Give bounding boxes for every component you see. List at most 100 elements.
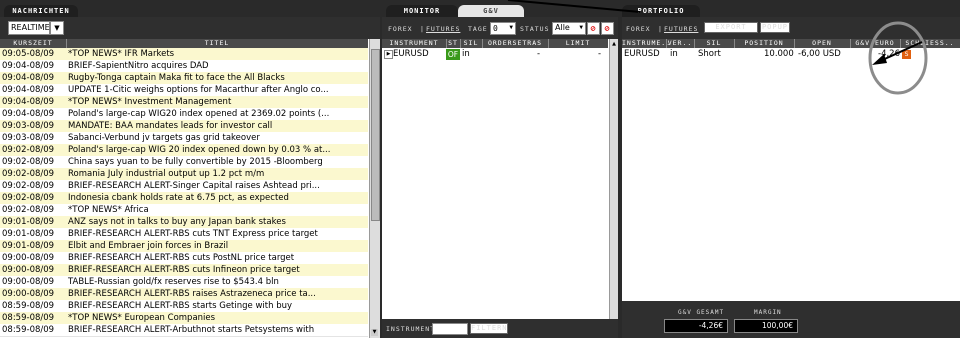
margin-text: 100,00€: [761, 321, 793, 330]
news-title: BRIEF-RESEARCH ALERT-Singer Capital rais…: [68, 181, 320, 191]
monitor-row[interactable]: ▶ EURUSD OF in - -: [382, 49, 608, 60]
news-title: *TOP NEWS* Africa: [68, 205, 149, 215]
col-ordersetras[interactable]: ORDERSETRAS: [482, 39, 549, 48]
news-list: 09:05-08/09 *TOP NEWS* IFR Markets 09:04-0…: [0, 48, 368, 338]
monitor-market-sep: |: [420, 25, 425, 33]
news-time: 09:05-08/09: [2, 49, 55, 59]
col-limit[interactable]: LIMIT: [548, 39, 608, 48]
close-position-button[interactable]: S: [902, 50, 911, 59]
delete-order-icon[interactable]: ⊘: [587, 22, 600, 35]
export-button[interactable]: EXPORT: [704, 22, 758, 33]
news-title: Indonesia cbank holds rate at 6.75 pct, …: [68, 193, 289, 203]
total-gv-value: -4,26€: [664, 319, 728, 333]
portfolio-market-futures[interactable]: FUTURES: [664, 25, 698, 33]
col-instrument[interactable]: INSTRUME..: [622, 39, 670, 48]
portfolio-toolbar: FOREX | FUTURES EXPORT POPUP: [622, 17, 960, 39]
monitor-side: in: [462, 49, 470, 59]
col-st[interactable]: ST: [446, 39, 461, 48]
col-titel[interactable]: TITEL: [66, 39, 368, 48]
col-gv-euro[interactable]: G&V EURO: [850, 39, 901, 48]
news-time: 09:02-08/09: [2, 169, 55, 179]
news-time: 09:04-08/09: [2, 85, 55, 95]
tab-monitor[interactable]: MONITOR: [386, 5, 458, 17]
portfolio-instrument: EURUSD: [624, 49, 660, 59]
news-title: *TOP NEWS* Investment Management: [68, 97, 232, 107]
col-sil[interactable]: SIL: [694, 39, 735, 48]
instrument-filter-input[interactable]: [432, 323, 468, 335]
margin-label: MARGIN: [754, 309, 782, 316]
col-close[interactable]: SCHLIESS..: [900, 39, 960, 48]
news-title: BRIEF-RESEARCH ALERT-RBS raises Astrazen…: [68, 289, 316, 299]
monitor-footer: INSTRUMENT FILTERN: [382, 319, 618, 338]
tab-news[interactable]: NACHRICHTEN: [4, 5, 78, 17]
news-filter-dropdown-button[interactable]: ▼: [50, 21, 64, 35]
col-open[interactable]: OPEN: [794, 39, 851, 48]
news-scrollbar-thumb[interactable]: [371, 49, 380, 221]
status-select[interactable]: Alle ▼: [552, 22, 586, 35]
expand-row-icon[interactable]: ▶: [384, 50, 393, 59]
col-ver[interactable]: VER..: [666, 39, 695, 48]
tage-label: TAGE: [468, 25, 488, 33]
news-time: 09:03-08/09: [2, 133, 55, 143]
news-time: 09:00-08/09: [2, 253, 55, 263]
chevron-down-icon: ▼: [509, 24, 514, 31]
news-time: 09:02-08/09: [2, 157, 55, 167]
portfolio-market-forex[interactable]: FOREX: [626, 25, 651, 33]
monitor-orders: -: [537, 49, 541, 59]
instrument-filter-label: INSTRUMENT: [386, 325, 436, 333]
monitor-market-forex[interactable]: FOREX: [388, 25, 413, 33]
news-title: BRIEF-RESEARCH ALERT-RBS starts Getinge …: [68, 301, 293, 311]
news-title: Elbit and Embraer join forces in Brazil: [68, 241, 229, 251]
news-title: Rugby-Tonga captain Maka fit to face the…: [68, 73, 285, 83]
portfolio-panel: FOREX | FUTURES EXPORT POPUP INSTRUME.. …: [622, 17, 960, 338]
news-time: 09:04-08/09: [2, 97, 55, 107]
tab-portfolio[interactable]: PORTFOLIO: [622, 5, 700, 17]
news-time: 09:01-08/09: [2, 217, 55, 227]
monitor-instrument: EURUSD: [393, 49, 429, 59]
news-title: BRIEF-RESEARCH ALERT-Arbuthnot starts Pe…: [68, 325, 315, 335]
news-title: BRIEF-SapientNitro acquires DAD: [68, 61, 209, 71]
news-time: 09:04-08/09: [2, 73, 55, 83]
news-title: Romania July industrial output up 1.2 pc…: [68, 169, 265, 179]
news-time: 09:02-08/09: [2, 205, 55, 215]
portfolio-footer: G&V GESAMT MARGIN -4,26€ 100,00€: [622, 301, 960, 338]
news-filter-value: REALTIME: [11, 23, 50, 32]
filter-button[interactable]: FILTERN: [470, 323, 508, 334]
news-time: 09:01-08/09: [2, 229, 55, 239]
monitor-limit: -: [598, 49, 602, 59]
monitor-status-badge: OF: [446, 49, 460, 60]
portfolio-open: -6,00 USD: [798, 49, 841, 59]
status-label: STATUS: [520, 25, 550, 33]
news-title: Sabanci-Verbund jv targets gas grid take…: [68, 133, 260, 143]
portfolio-row[interactable]: EURUSD in Short 10.000 -6,00 USD -4,26 S: [622, 49, 960, 60]
portfolio-position: 10.000: [764, 49, 794, 59]
monitor-toolbar: FOREX | FUTURES TAGE 0 ▼ STATUS Alle ▼ ⊘…: [382, 17, 618, 39]
news-list-item[interactable]: 08:59-08/09 BRIEF-RESEARCH ALERT-Arbuthno…: [0, 324, 368, 337]
news-time: 09:04-08/09: [2, 109, 55, 119]
col-instrument[interactable]: INSTRUMENT: [382, 39, 447, 48]
portfolio-side: Short: [698, 49, 721, 59]
delete-all-icon[interactable]: ⊘: [601, 22, 614, 35]
chevron-down-icon: ▼: [54, 24, 60, 32]
news-time: 09:00-08/09: [2, 289, 55, 299]
col-sil[interactable]: SIL: [460, 39, 483, 48]
col-kurszeit[interactable]: KURSZEIT: [0, 39, 67, 48]
news-time: 09:00-08/09: [2, 265, 55, 275]
tage-value: 0: [493, 24, 499, 33]
news-title: UPDATE 1-Citic weighs options for Macart…: [68, 85, 329, 95]
tab-gv[interactable]: G&V: [458, 5, 524, 17]
news-time: 09:01-08/09: [2, 241, 55, 251]
news-filter-select[interactable]: REALTIME: [8, 21, 50, 35]
col-position[interactable]: POSITION: [734, 39, 795, 48]
monitor-market-futures[interactable]: FUTURES: [426, 25, 460, 33]
scroll-up-icon[interactable]: ▲: [611, 41, 617, 47]
total-gv-label: G&V GESAMT: [678, 309, 725, 316]
news-scrollbar[interactable]: ▼: [369, 39, 380, 338]
tage-select[interactable]: 0 ▼: [490, 22, 516, 35]
scroll-down-icon[interactable]: ▼: [371, 329, 378, 336]
margin-value: 100,00€: [734, 319, 798, 333]
news-time: 08:59-08/09: [2, 313, 55, 323]
popup-button[interactable]: POPUP: [760, 22, 790, 33]
monitor-scrollbar[interactable]: ▲: [609, 39, 618, 319]
news-table-header: KURSZEIT TITEL: [0, 39, 368, 48]
